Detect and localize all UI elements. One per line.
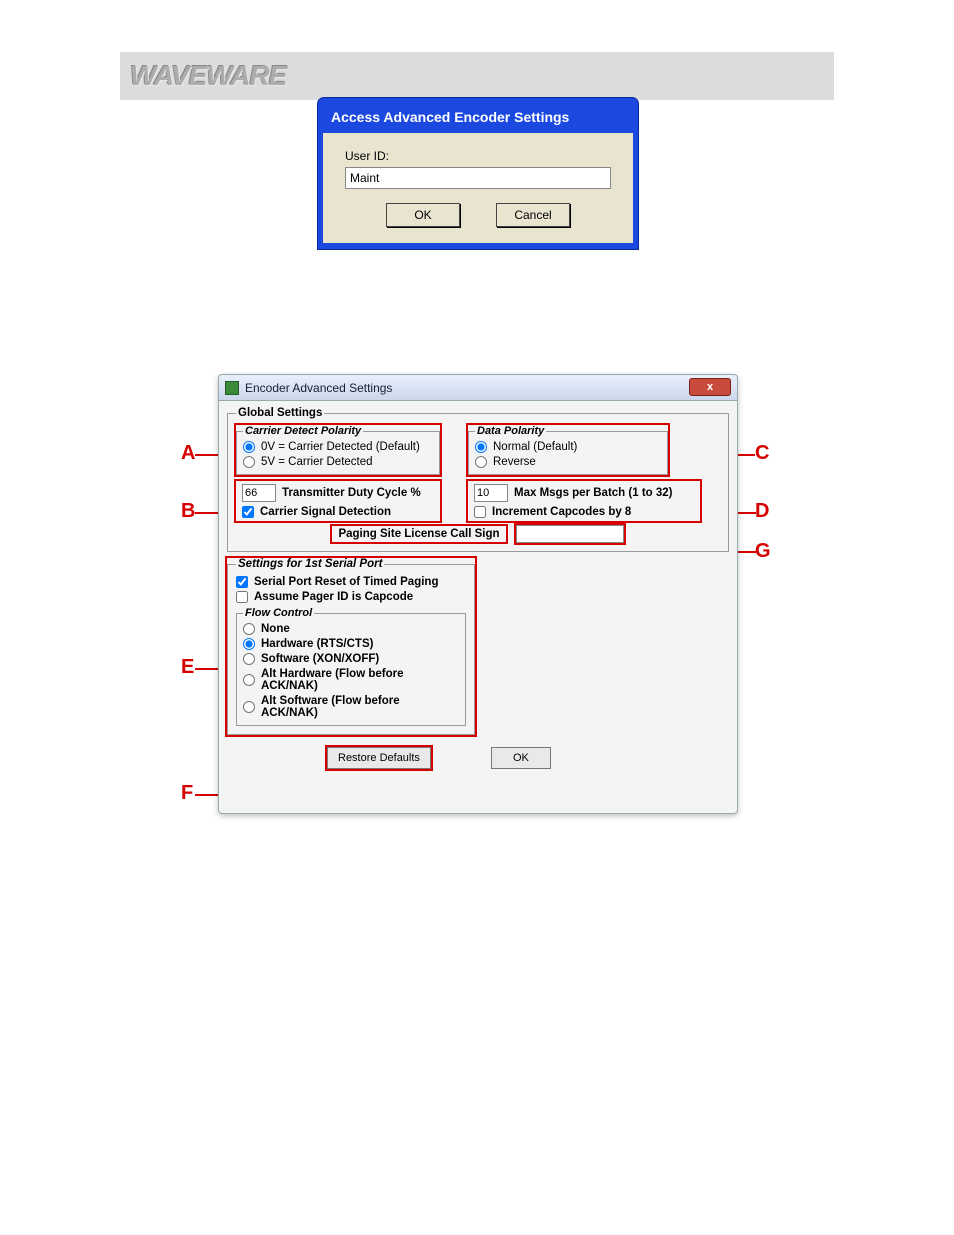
user-id-input[interactable] bbox=[345, 167, 611, 189]
increment-capcodes-checkbox[interactable] bbox=[474, 506, 486, 518]
user-id-label: User ID: bbox=[345, 149, 389, 163]
increment-capcodes-label: Increment Capcodes by 8 bbox=[492, 506, 631, 518]
flow-none-radio[interactable] bbox=[243, 623, 255, 635]
carrier-detect-legend: Carrier Detect Polarity bbox=[243, 425, 363, 437]
data-polarity-reverse-label: Reverse bbox=[493, 456, 536, 468]
flow-alt-software-label: Alt Software (Flow before ACK/NAK) bbox=[261, 695, 459, 719]
assume-capcode-label: Assume Pager ID is Capcode bbox=[254, 591, 413, 603]
data-polarity-group: Data Polarity Normal (Default) Reverse bbox=[468, 425, 668, 475]
flow-alt-hardware-label: Alt Hardware (Flow before ACK/NAK) bbox=[261, 668, 459, 692]
callout-c: C bbox=[755, 442, 769, 465]
flow-alt-hardware-radio[interactable] bbox=[243, 674, 255, 686]
data-polarity-normal-radio[interactable] bbox=[475, 441, 487, 453]
global-settings-legend: Global Settings bbox=[236, 407, 324, 419]
restore-defaults-button[interactable]: Restore Defaults bbox=[327, 747, 431, 769]
page-header: WAVEWARE bbox=[120, 52, 834, 100]
flow-hardware-radio[interactable] bbox=[243, 638, 255, 650]
flow-software-label: Software (XON/XOFF) bbox=[261, 653, 379, 665]
flow-control-legend: Flow Control bbox=[243, 607, 314, 619]
callout-b: B bbox=[181, 500, 195, 523]
callout-e: E bbox=[181, 656, 194, 679]
carrier-detect-group: Carrier Detect Polarity 0V = Carrier Det… bbox=[236, 425, 440, 475]
callout-a: A bbox=[181, 442, 195, 465]
brand-logo: WAVEWARE bbox=[130, 60, 286, 92]
carrier-detect-5v-radio[interactable] bbox=[243, 456, 255, 468]
window-icon bbox=[225, 381, 239, 395]
max-msgs-input[interactable] bbox=[474, 484, 508, 502]
duty-cycle-input[interactable] bbox=[242, 484, 276, 502]
callout-d: D bbox=[755, 500, 769, 523]
assume-capcode-checkbox[interactable] bbox=[236, 591, 248, 603]
flow-software-radio[interactable] bbox=[243, 653, 255, 665]
batch-and-increment-box: Max Msgs per Batch (1 to 32) Increment C… bbox=[468, 481, 700, 521]
dialog-titlebar[interactable]: Encoder Advanced Settings x bbox=[219, 375, 737, 401]
advanced-ok-button[interactable]: OK bbox=[491, 747, 551, 769]
serial-port-group: Settings for 1st Serial Port Serial Port… bbox=[227, 558, 475, 735]
call-sign-input[interactable] bbox=[516, 525, 624, 543]
callout-g: G bbox=[755, 540, 771, 563]
serial-port-legend: Settings for 1st Serial Port bbox=[236, 558, 384, 570]
close-button[interactable]: x bbox=[689, 378, 731, 396]
data-polarity-normal-label: Normal (Default) bbox=[493, 441, 577, 453]
callout-f: F bbox=[181, 782, 193, 805]
access-dialog: Access Advanced Encoder Settings User ID… bbox=[318, 98, 638, 249]
flow-hardware-label: Hardware (RTS/CTS) bbox=[261, 638, 373, 650]
flow-none-label: None bbox=[261, 623, 290, 635]
dialog-title: Encoder Advanced Settings bbox=[245, 381, 392, 395]
cancel-button[interactable]: Cancel bbox=[496, 203, 570, 227]
flow-control-group: Flow Control None Hardware (RTS/CTS) Sof… bbox=[236, 607, 466, 726]
encoder-advanced-dialog: Encoder Advanced Settings x Global Setti… bbox=[218, 374, 738, 814]
global-settings-group: Global Settings Carrier Detect Polarity … bbox=[227, 407, 729, 552]
access-dialog-body: User ID: OK Cancel bbox=[323, 133, 633, 243]
serial-reset-label: Serial Port Reset of Timed Paging bbox=[254, 576, 438, 588]
call-sign-label: Paging Site License Call Sign bbox=[332, 526, 505, 542]
access-dialog-title: Access Advanced Encoder Settings bbox=[323, 103, 633, 133]
duty-and-carrier-box: Transmitter Duty Cycle % Carrier Signal … bbox=[236, 481, 440, 521]
duty-cycle-label: Transmitter Duty Cycle % bbox=[282, 487, 421, 499]
carrier-detect-0v-radio[interactable] bbox=[243, 441, 255, 453]
max-msgs-label: Max Msgs per Batch (1 to 32) bbox=[514, 487, 672, 499]
data-polarity-legend: Data Polarity bbox=[475, 425, 546, 437]
flow-alt-software-radio[interactable] bbox=[243, 701, 255, 713]
ok-button[interactable]: OK bbox=[386, 203, 460, 227]
serial-reset-checkbox[interactable] bbox=[236, 576, 248, 588]
data-polarity-reverse-radio[interactable] bbox=[475, 456, 487, 468]
carrier-signal-checkbox[interactable] bbox=[242, 506, 254, 518]
carrier-signal-label: Carrier Signal Detection bbox=[260, 506, 391, 518]
carrier-detect-5v-label: 5V = Carrier Detected bbox=[261, 456, 373, 468]
carrier-detect-0v-label: 0V = Carrier Detected (Default) bbox=[261, 441, 420, 453]
